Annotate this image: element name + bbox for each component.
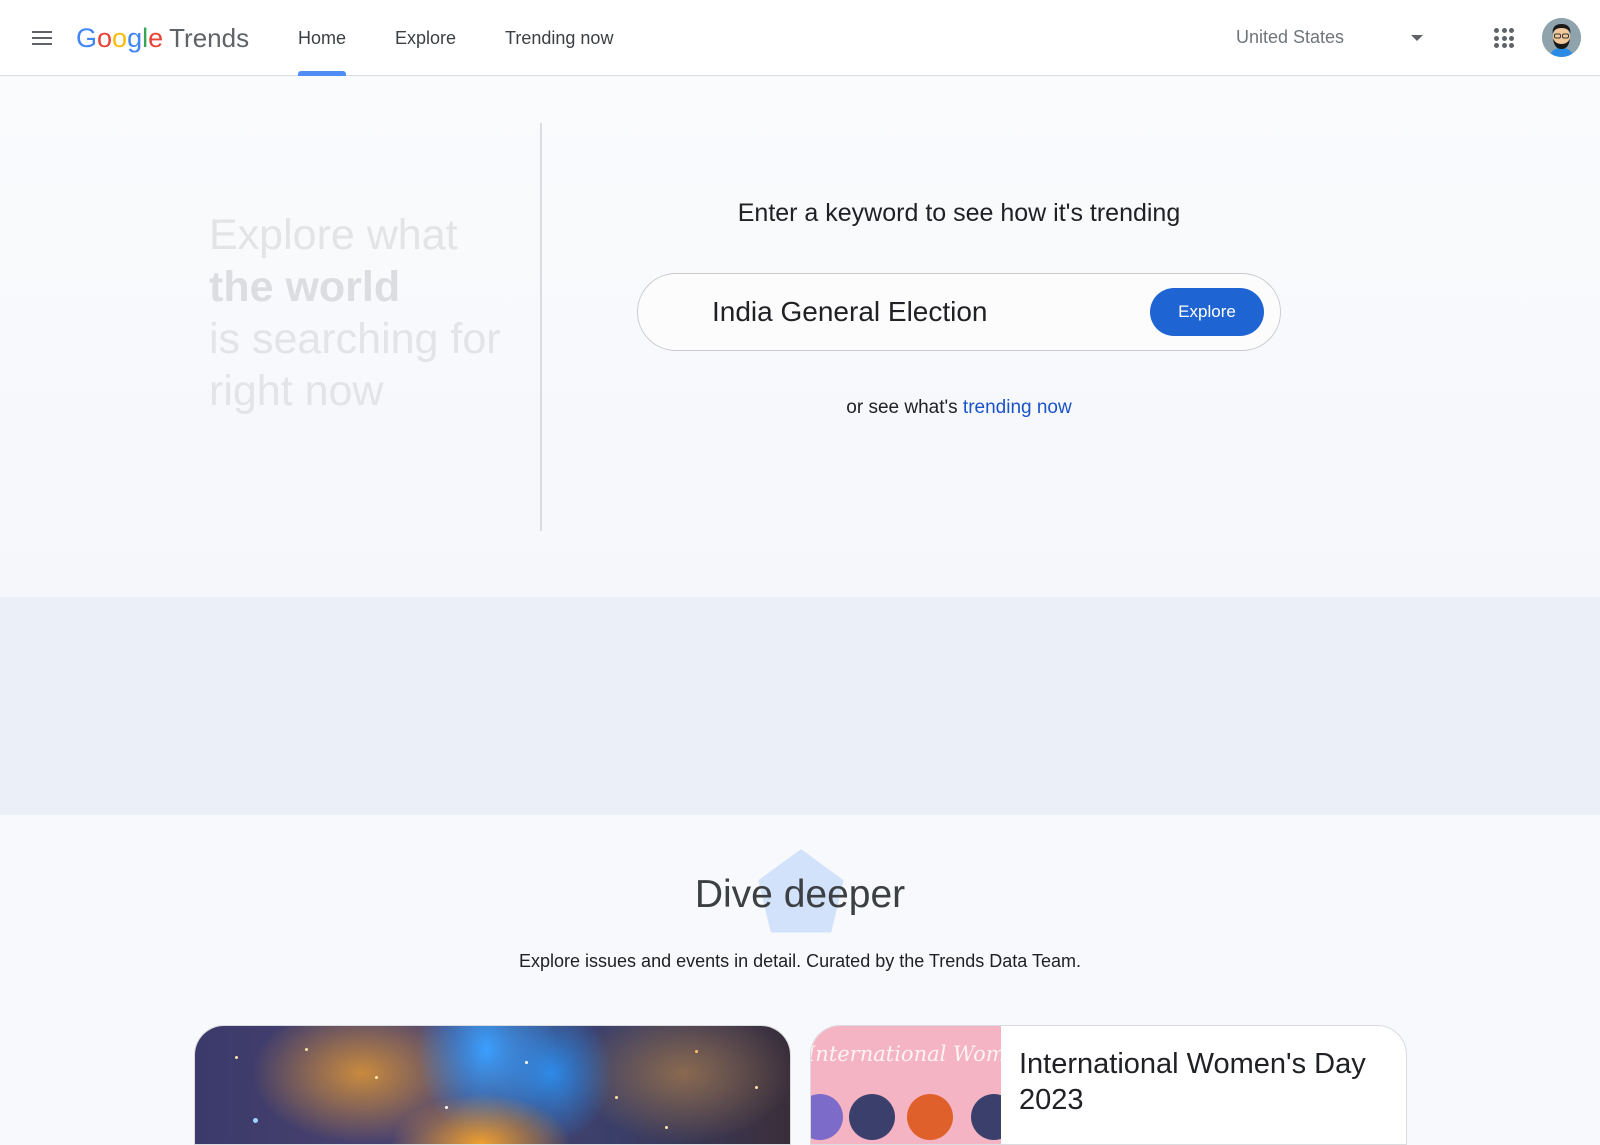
tagline-line-bold: the world <box>209 263 401 311</box>
hint-text: or see what's <box>846 397 963 418</box>
tab-home[interactable]: Home <box>298 0 347 76</box>
logo-letter: o <box>97 23 113 53</box>
google-trends-logo[interactable]: Google Trends <box>76 18 249 58</box>
card-title[interactable]: International Women's Day 2023 <box>1019 1046 1389 1118</box>
trending-now-link[interactable]: trending now <box>963 397 1072 418</box>
content-band <box>0 597 1600 815</box>
nebula-space-image <box>195 1026 790 1144</box>
avatar-icon <box>1542 18 1581 57</box>
illustration-shape <box>811 1094 843 1140</box>
dive-deeper-subtitle: Explore issues and events in detail. Cur… <box>519 951 1081 971</box>
illustration-shape <box>849 1094 895 1140</box>
tagline-line: right now <box>209 367 384 415</box>
logo-product-name: Trends <box>169 23 250 53</box>
user-avatar[interactable] <box>1542 18 1581 57</box>
image-caption: International Women's Day <box>811 1042 1001 1066</box>
explore-button[interactable]: Explore <box>1150 288 1264 336</box>
caret-down-icon <box>1411 35 1423 41</box>
hamburger-menu-icon[interactable] <box>30 26 54 50</box>
logo-letter: e <box>148 23 164 53</box>
region-select[interactable]: United States <box>1236 22 1436 54</box>
trending-now-hint: or see what's trending now <box>637 397 1281 419</box>
dive-deeper-section: Dive deeper Explore issues and events in… <box>0 815 1600 1145</box>
region-selected-value: United States <box>1236 27 1345 47</box>
apps-grid-icon[interactable] <box>1492 26 1516 50</box>
tab-explore[interactable]: Explore <box>395 0 456 76</box>
tab-trending-now[interactable]: Trending now <box>505 0 613 76</box>
story-card[interactable] <box>194 1025 791 1145</box>
logo-letter: G <box>76 23 98 53</box>
tagline-line: is searching for <box>209 315 501 363</box>
hero-tagline: Explore what the world is searching for … <box>209 209 501 417</box>
hero-section: Explore what the world is searching for … <box>0 77 1600 597</box>
story-card[interactable]: International Women's Day International … <box>810 1025 1407 1145</box>
search-prompt: Enter a keyword to see how it's trending <box>737 199 1181 227</box>
illustration-shape <box>971 1094 1001 1140</box>
womens-day-image: International Women's Day <box>811 1026 1001 1144</box>
dive-deeper-title: Dive deeper <box>694 873 906 916</box>
tagline-line: Explore what <box>209 211 458 259</box>
top-app-bar: Google Trends Home Explore Trending now … <box>0 0 1600 76</box>
vertical-divider <box>540 123 542 531</box>
search-box: Explore <box>637 273 1281 351</box>
search-input[interactable] <box>712 292 1132 332</box>
illustration-shape <box>907 1094 953 1140</box>
main-nav: Home Explore Trending now <box>298 0 662 76</box>
logo-letter: g <box>127 23 143 53</box>
logo-letter: o <box>112 23 128 53</box>
